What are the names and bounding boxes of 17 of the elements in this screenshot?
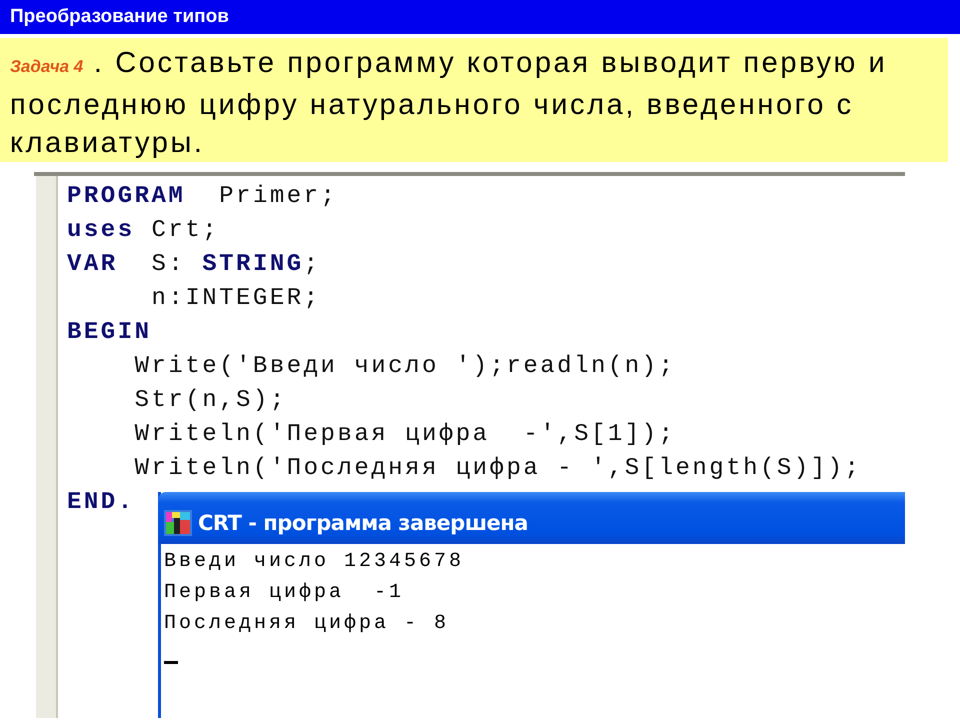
task-text: Задача 4 . Составьте программу которая выводит первую и последнюю цифру натурального числа, введенного с клавиатуры. [10, 46, 888, 161]
code-line: Write('Введи число ');readln(n); [134, 352, 676, 382]
code-line: BEGIN [67, 318, 153, 348]
console-line: Последняя цифра - 8 [164, 611, 450, 637]
code-line: Str(n,S); [134, 386, 288, 416]
code-line: uses Crt; [67, 216, 220, 246]
code-line: Writeln('Первая цифра -',S[1]); [134, 420, 676, 450]
code-line: n:INTEGER; [150, 284, 322, 314]
code-line: VAR S: STRING; [67, 250, 322, 280]
console-line: Введи число 12345678 [164, 549, 466, 575]
window-title: CRT - программа завершена [198, 511, 528, 535]
app-icon [164, 510, 192, 536]
code-line: END. [67, 488, 136, 518]
console-line: Первая цифра -1 [164, 580, 406, 606]
slide-title: Преобразование типов [10, 6, 229, 28]
code-line: PROGRAM Primer; [67, 182, 338, 212]
code-line: Writeln('Последняя цифра - ',S[length(S)]); [134, 454, 862, 484]
